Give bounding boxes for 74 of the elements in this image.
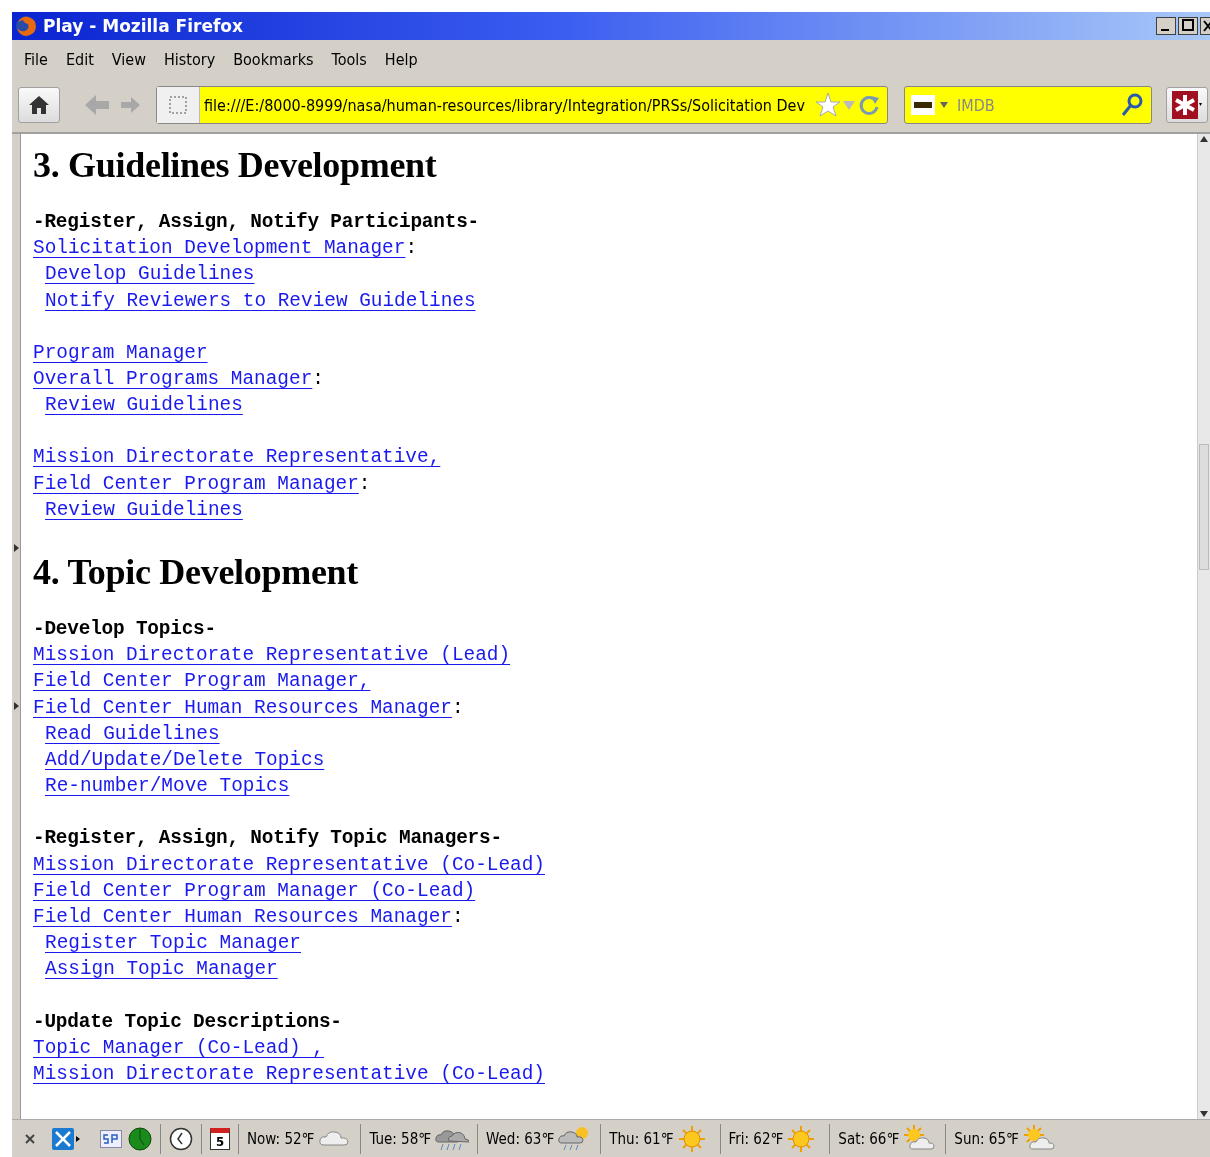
action-link[interactable]: Re-number/Move Topics — [45, 773, 290, 800]
sun-cloud-icon — [1022, 1124, 1057, 1153]
section-heading: 3. Guidelines Development — [33, 144, 438, 187]
role-link[interactable]: Mission Directorate Representative, — [33, 444, 441, 471]
asterisk-icon — [1172, 91, 1202, 119]
action-link[interactable]: Read Guidelines — [45, 720, 220, 748]
weather-forecast: Sun: 65℉ — [954, 1129, 1019, 1148]
weather-forecast: Tue: 58℉ — [369, 1129, 432, 1148]
firefox-logo-icon — [14, 14, 38, 38]
group-label: -Register, Assign, Notify Topic Managers- — [33, 826, 502, 852]
close-button[interactable] — [1200, 17, 1210, 35]
group-label: -Develop Topics- — [33, 617, 216, 643]
role-link[interactable]: Mission Directorate Representative (Lead) — [33, 642, 511, 669]
menu-item[interactable]: Help — [376, 46, 426, 72]
close-icon[interactable] — [24, 1132, 36, 1145]
group-label: -Update Topic Descriptions- — [33, 1009, 342, 1035]
home-icon — [28, 95, 50, 115]
role-link[interactable]: Field Center Human Resources Manager — [33, 904, 452, 931]
role-link[interactable]: Field Center Program Manager, — [33, 668, 371, 695]
sun-cloud-icon — [903, 1124, 938, 1153]
role-link[interactable]: Solicitation Development Manager — [33, 235, 406, 262]
colon-text: : — [312, 367, 324, 392]
search-engine-icon — [911, 95, 935, 115]
scrollbar-thumb[interactable] — [1199, 443, 1209, 570]
role-link[interactable]: Field Center Program Manager (Co-Lead) — [33, 877, 476, 905]
menu-item[interactable]: Tools — [323, 46, 375, 72]
calendar-icon[interactable]: 5 — [210, 1127, 230, 1150]
weather-forecast: Wed: 63℉ — [486, 1129, 555, 1148]
weather-forecast: Sat: 66℉ — [838, 1129, 900, 1148]
search-field[interactable]: IMDB — [904, 86, 1152, 124]
action-link[interactable]: Develop Guidelines — [45, 261, 255, 288]
home-button[interactable] — [18, 87, 60, 123]
role-link[interactable]: Program Manager — [33, 339, 208, 366]
role-link[interactable]: Overall Programs Manager — [33, 366, 313, 393]
action-link[interactable]: Review Guidelines — [45, 392, 243, 419]
minimize-button[interactable] — [1156, 17, 1176, 35]
role-link[interactable]: Topic Manager (Co-Lead) , — [33, 1034, 324, 1062]
maximize-button[interactable] — [1178, 17, 1198, 35]
address-bar[interactable]: file:///E:/8000-8999/nasa/human-resources/library/Integration/PRSs/Solicitation Dev — [156, 86, 888, 124]
colon-text: : — [451, 905, 464, 931]
search-icon[interactable] — [1121, 93, 1143, 117]
menu-item[interactable]: Bookmarks — [225, 46, 322, 72]
colon-text: : — [358, 471, 371, 497]
role-link[interactable]: Mission Directorate Representative (Co-Lead) — [33, 1061, 545, 1088]
url-input[interactable]: file:///E:/8000-8999/nasa/human-resources/library/Integration/PRSs/Solicitation Dev — [200, 95, 815, 115]
clock-icon[interactable] — [169, 1126, 193, 1151]
menu-item[interactable]: Edit — [58, 46, 102, 72]
role-link[interactable]: Mission Directorate Representative (Co-Lead) — [33, 851, 545, 878]
caret-icon — [939, 101, 949, 109]
role-link[interactable]: Field Center Program Manager — [33, 470, 359, 497]
action-link[interactable]: Review Guidelines — [45, 496, 243, 524]
section-heading: 4. Topic Development — [33, 551, 359, 595]
search-input[interactable]: IMDB — [953, 95, 1117, 115]
colon-text: : — [451, 695, 464, 721]
star-icon[interactable] — [815, 92, 841, 118]
sp-icon[interactable] — [100, 1129, 122, 1148]
colon-text: : — [405, 236, 417, 262]
weather-forecast: Fri: 62℉ — [728, 1129, 784, 1148]
weather-forecast: Now: 52℉ — [247, 1129, 315, 1148]
action-link[interactable]: Notify Reviewers to Review Guidelines — [45, 287, 476, 314]
page-icon — [168, 95, 188, 115]
action-link[interactable]: Assign Topic Manager — [45, 956, 278, 983]
menu-item[interactable]: History — [156, 46, 224, 72]
role-link[interactable]: Field Center Human Resources Manager — [33, 694, 452, 721]
group-label: -Register, Assign, Notify Participants- — [33, 210, 479, 235]
window-title: Play - Mozilla Firefox — [43, 16, 244, 36]
splitter-arrow-icon[interactable] — [13, 543, 19, 552]
weather-forecast: Thu: 61℉ — [609, 1129, 674, 1148]
action-link[interactable]: Add/Update/Delete Topics — [45, 747, 325, 774]
menu-item[interactable]: File — [16, 46, 56, 72]
menu-item[interactable]: View — [103, 46, 154, 72]
action-link[interactable]: Register Topic Manager — [45, 930, 301, 957]
addon-button[interactable] — [1166, 87, 1208, 123]
splitter-arrow-icon[interactable] — [13, 701, 19, 710]
